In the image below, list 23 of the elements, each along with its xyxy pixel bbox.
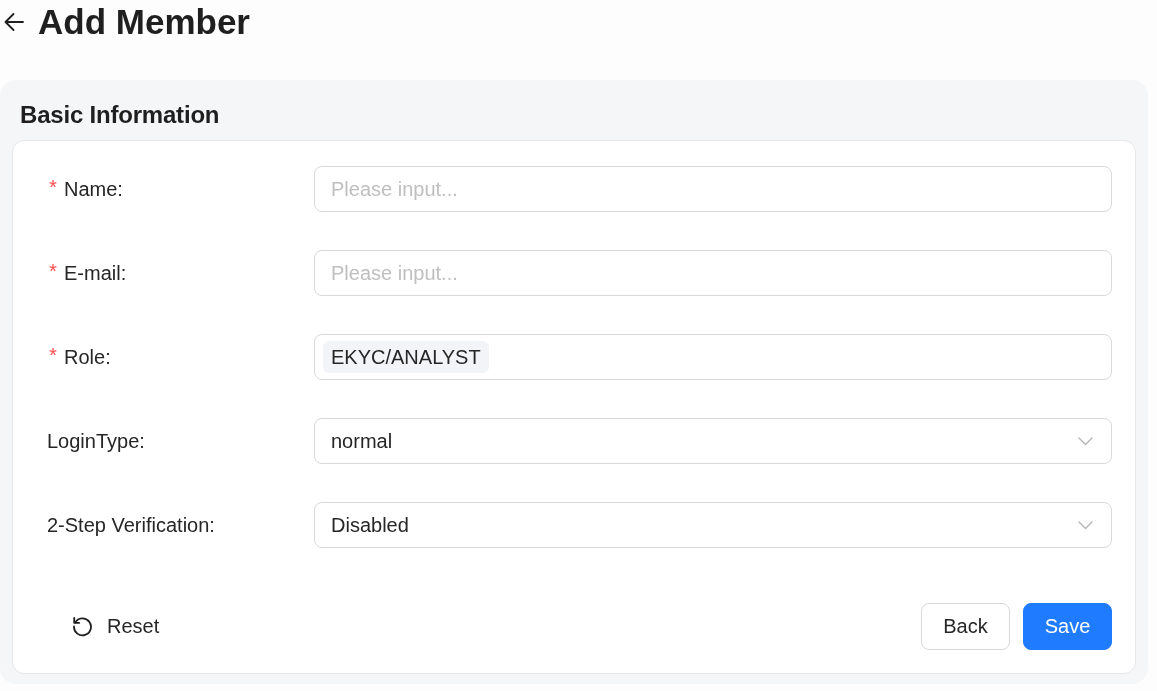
reset-icon (72, 616, 93, 637)
section-title: Basic Information (19, 100, 221, 130)
save-button[interactable]: Save (1023, 603, 1112, 650)
reset-button[interactable]: Reset (72, 603, 160, 650)
chevron-down-icon (1078, 520, 1093, 530)
required-mark: * (47, 177, 59, 201)
back-button[interactable]: Back (921, 603, 1010, 650)
field-label: Name: (64, 177, 123, 201)
field-label: LoginType: (47, 429, 145, 453)
text-input[interactable]: Please input... (314, 166, 1112, 212)
field-label: 2-Step Verification: (47, 513, 215, 537)
select-field[interactable]: Disabled (314, 502, 1112, 548)
tag-select-field[interactable]: EKYC/ANALYST (314, 334, 1112, 380)
field-label: Role: (64, 345, 111, 369)
selected-tag: EKYC/ANALYST (323, 341, 489, 373)
select-field[interactable]: normal (314, 418, 1112, 464)
chevron-down-icon (1078, 436, 1093, 446)
required-mark: * (47, 345, 59, 369)
required-mark: * (47, 261, 59, 285)
back-arrow-icon[interactable] (4, 13, 24, 31)
field-label: E-mail: (64, 261, 127, 285)
page-title: Add Member (38, 1, 250, 43)
text-input[interactable]: Please input... (314, 250, 1112, 296)
